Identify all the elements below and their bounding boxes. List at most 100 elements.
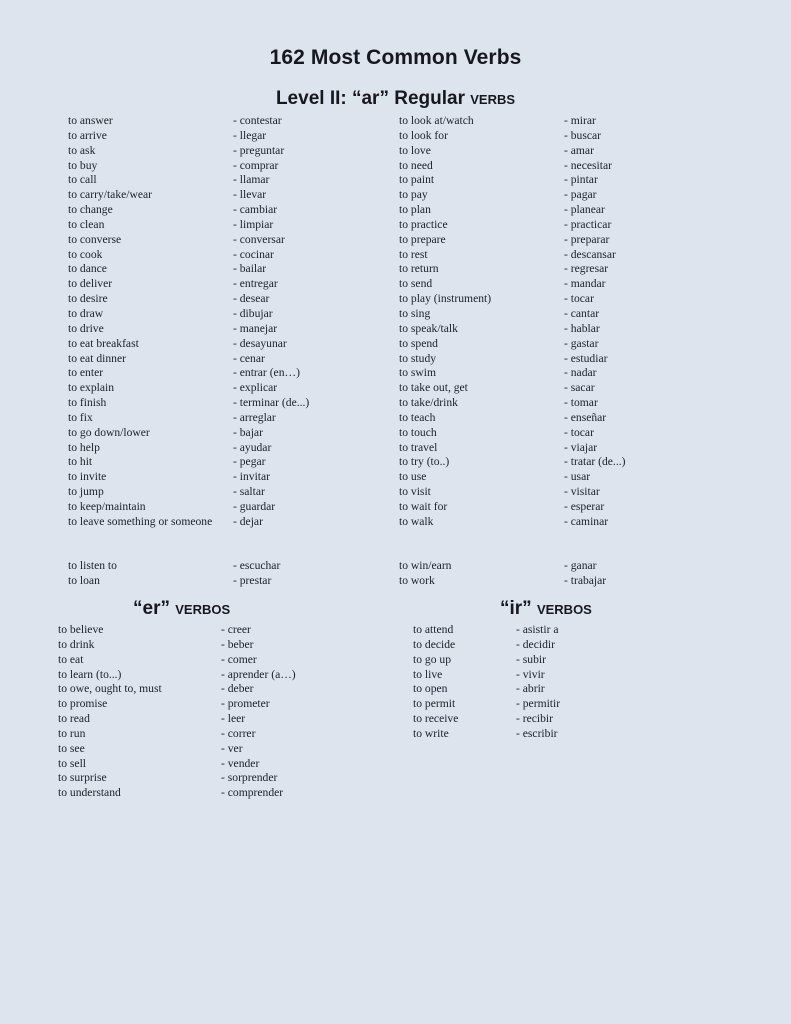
verb-spanish: - dibujar	[233, 306, 273, 320]
verb-row: to call - llamar	[68, 173, 398, 188]
verb-row: to walk - caminar	[399, 515, 729, 530]
verb-spanish: - comprender	[221, 786, 284, 800]
verb-row: to attend - asistir a	[413, 623, 733, 638]
verb-row: to help - ayudar	[68, 441, 398, 456]
verb-english: to use	[399, 470, 427, 484]
verb-row: to plan - planear	[399, 203, 729, 218]
verb-row: to practice - practicar	[399, 218, 729, 233]
verb-spanish: - correr	[221, 726, 256, 740]
verb-row: to fix - arreglar	[68, 411, 398, 426]
verb-english: to try (to..)	[399, 455, 450, 469]
verb-row: to need - necesitar	[399, 159, 729, 174]
verb-row: to eat - comer	[58, 653, 378, 668]
verb-row: to arrive - llegar	[68, 129, 398, 144]
verb-english: to clean	[68, 217, 105, 231]
verb-english: to take/drink	[399, 396, 458, 410]
verb-row: to wait for - esperar	[399, 500, 729, 515]
verb-english: to deliver	[68, 277, 113, 291]
verb-english: to understand	[58, 786, 121, 800]
verb-row: to read - leer	[58, 712, 378, 727]
verb-spanish: - cantar	[564, 306, 600, 320]
verb-spanish: - escribir	[516, 726, 558, 740]
er-verbs-table: to believe - creer to drink - beber to eat - …	[58, 623, 378, 801]
verb-spanish: - ganar	[564, 559, 597, 573]
verb-row: to sell - vender	[58, 757, 378, 772]
verb-row: to paint - pintar	[399, 173, 729, 188]
verb-english: to live	[413, 667, 443, 681]
verb-row: to keep/maintain - guardar	[68, 500, 398, 515]
verb-spanish: - enseñar	[564, 410, 607, 424]
verb-spanish: - llamar	[233, 173, 270, 187]
verb-row: to owe, ought to, must - deber	[58, 682, 378, 697]
verb-english: to converse	[68, 232, 122, 246]
verb-english: to receive	[413, 712, 459, 726]
verb-row: to live - vivir	[413, 668, 733, 683]
verb-row: to dance - bailar	[68, 262, 398, 277]
verb-spanish: - deber	[221, 682, 254, 696]
verb-english: to fix	[68, 410, 93, 424]
verb-english: to buy	[68, 158, 98, 172]
verb-row: to loan - prestar	[68, 574, 398, 589]
verb-english: to return	[399, 262, 439, 276]
verb-row: to use - usar	[399, 470, 729, 485]
verb-english: to decide	[413, 637, 456, 651]
verb-english: to eat breakfast	[68, 336, 139, 350]
verb-spanish: - beber	[221, 637, 254, 651]
verb-row: to surprise - sorprender	[58, 771, 378, 786]
verb-spanish: - visitar	[564, 485, 600, 499]
verb-spanish: - llegar	[233, 128, 267, 142]
verb-english: to explain	[68, 381, 115, 395]
verb-row: to promise - prometer	[58, 697, 378, 712]
verb-english: to wait for	[399, 499, 448, 513]
verb-english: to send	[399, 277, 433, 291]
verb-spanish: - cenar	[233, 351, 265, 365]
verb-spanish: - regresar	[564, 262, 609, 276]
verb-english: to work	[399, 574, 435, 588]
verb-spanish: - invitar	[233, 470, 271, 484]
verb-row: to understand - comprender	[58, 786, 378, 801]
verb-english: to surprise	[58, 771, 107, 785]
verb-row: to drink - beber	[58, 638, 378, 653]
verb-english: to sell	[58, 756, 87, 770]
verb-row: to receive - recibir	[413, 712, 733, 727]
verb-spanish: - contestar	[233, 114, 282, 127]
verb-row: to buy - comprar	[68, 159, 398, 174]
verb-spanish: - sacar	[564, 381, 595, 395]
verb-row: to eat breakfast - desayunar	[68, 337, 398, 352]
verb-row: to touch - tocar	[399, 426, 729, 441]
verb-spanish: - recibir	[516, 712, 554, 726]
verb-english: to read	[58, 712, 90, 726]
level-heading: Level II: “ar” Regular VERBS	[0, 88, 791, 110]
verb-spanish: - estudiar	[564, 351, 608, 365]
verb-english: to learn (to...)	[58, 667, 122, 681]
verb-spanish: - preguntar	[233, 143, 285, 157]
verb-spanish: - comer	[221, 652, 257, 666]
verb-english: to leave something or someone	[68, 514, 213, 528]
verb-english: to pay	[399, 188, 428, 202]
verb-row: to believe - creer	[58, 623, 378, 638]
verb-row: to finish - terminar (de...)	[68, 396, 398, 411]
verb-english: to see	[58, 741, 85, 755]
verb-spanish: - limpiar	[233, 217, 274, 231]
verb-row: to go up - subir	[413, 653, 733, 668]
verb-row: to spend - gastar	[399, 337, 729, 352]
verb-row: to take/drink - tomar	[399, 396, 729, 411]
verb-spanish: - tocar	[564, 425, 594, 439]
verb-spanish: - amar	[564, 143, 594, 157]
verb-english: to sing	[399, 306, 431, 320]
level-heading-smallcaps: VERBS	[470, 88, 516, 109]
level-heading-prefix: Level II: “ar” Regular	[275, 88, 471, 109]
verb-row: to listen to - escuchar	[68, 559, 398, 574]
verb-row: to play (instrument) - tocar	[399, 292, 729, 307]
ir-heading-smallcaps: VERBOS	[536, 598, 592, 619]
verb-english: to practice	[399, 217, 448, 231]
verb-row: to prepare - preparar	[399, 233, 729, 248]
verb-row: to pay - pagar	[399, 188, 729, 203]
verb-row: to rest - descansar	[399, 248, 729, 263]
verb-spanish: - escuchar	[233, 559, 281, 573]
verb-row: to go down/lower - bajar	[68, 426, 398, 441]
verb-spanish: - mandar	[564, 277, 606, 291]
verb-english: to prepare	[399, 232, 446, 246]
verb-english: to keep/maintain	[68, 499, 146, 513]
verb-spanish: - prometer	[221, 697, 270, 711]
